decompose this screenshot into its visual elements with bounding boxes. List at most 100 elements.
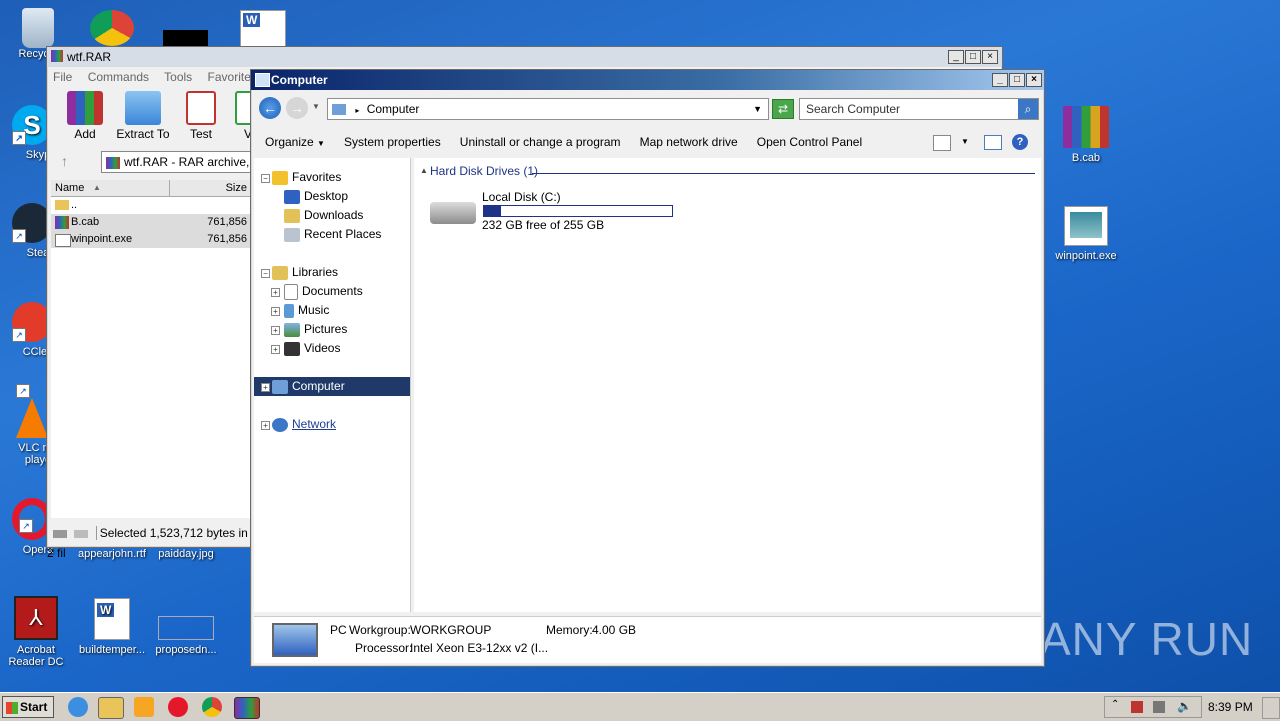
nav-favorites[interactable]: Favorites	[272, 168, 341, 186]
minimize-button[interactable]: _	[948, 50, 964, 64]
start-button[interactable]: Start	[2, 696, 54, 718]
pictures-expand-icon[interactable]: +	[271, 326, 280, 335]
action-center-icon[interactable]	[1131, 701, 1143, 713]
menu-file[interactable]: File	[53, 70, 72, 84]
nav-documents[interactable]: Documents	[284, 282, 363, 300]
volume-icon[interactable]: 🔈	[1177, 699, 1192, 713]
winrar-taskbar-icon[interactable]	[234, 697, 260, 719]
chrome-icon[interactable]	[90, 10, 134, 46]
breadcrumb[interactable]: Computer	[367, 102, 420, 116]
desktop-icon-buildtemper[interactable]: W buildtemper...	[74, 598, 150, 656]
shortcut-arrow-icon: ↗	[12, 229, 26, 243]
word-document-icon[interactable]: W	[240, 10, 286, 48]
nav-network[interactable]: Network	[272, 415, 336, 433]
nav-computer[interactable]: Computer	[272, 377, 345, 395]
clock[interactable]: 8:39 PM	[1208, 700, 1253, 714]
table-row[interactable]: B.cab 761,856	[51, 214, 251, 231]
column-divider	[169, 180, 170, 196]
file-list[interactable]: Name ▲ Size .. B.cab 761,856 winpoint.ex…	[51, 180, 251, 518]
address-dropdown-icon[interactable]: ▼	[753, 99, 762, 119]
up-arrow-button[interactable]: ↑	[61, 153, 68, 169]
documents-expand-icon[interactable]: +	[271, 288, 280, 297]
table-row[interactable]: winpoint.exe 761,856	[51, 231, 251, 248]
extract-to-button[interactable]: Extract To	[113, 91, 173, 141]
chrome-taskbar-icon[interactable]	[202, 697, 222, 717]
nav-recent-places[interactable]: Recent Places	[284, 225, 381, 243]
table-row[interactable]: ..	[51, 197, 251, 214]
desktop-icon-acrobat[interactable]: ⅄ Acrobat Reader DC	[0, 596, 74, 668]
search-icon[interactable]: ⌕	[1018, 99, 1038, 119]
videos-expand-icon[interactable]: +	[271, 345, 280, 354]
desktop-icon-paidday[interactable]: paidday.jpg	[148, 548, 224, 560]
column-size[interactable]: Size	[226, 180, 247, 196]
network-tray-icon[interactable]	[1153, 701, 1165, 713]
nav-pictures[interactable]: Pictures	[284, 320, 347, 338]
close-button[interactable]: ×	[982, 50, 998, 64]
view-dropdown-icon[interactable]: ▼	[961, 130, 969, 154]
refresh-button[interactable]: ⇄	[772, 99, 794, 119]
ie-icon[interactable]	[68, 697, 88, 717]
section-collapse-icon[interactable]: ▲	[420, 166, 428, 175]
explorer-window[interactable]: Computer _ □ × ← → ▼ ▸ Computer ▼ ⇄ Sear…	[250, 69, 1045, 667]
minimize-button[interactable]: _	[992, 73, 1008, 87]
explorer-titlebar[interactable]: Computer _ □ ×	[251, 70, 1044, 90]
desktop-icon-winpoint[interactable]: winpoint.exe	[1048, 206, 1124, 262]
column-name[interactable]: Name	[55, 180, 84, 196]
show-desktop-button[interactable]	[1262, 697, 1280, 719]
history-dropdown-icon[interactable]: ▼	[312, 102, 320, 111]
uninstall-program-button[interactable]: Uninstall or change a program	[460, 130, 621, 154]
system-properties-button[interactable]: System properties	[344, 130, 441, 154]
computer-title-icon	[255, 73, 270, 87]
nav-music[interactable]: Music	[284, 301, 329, 319]
add-archive-icon	[67, 91, 103, 125]
sort-ascending-icon: ▲	[93, 183, 101, 192]
search-input[interactable]: Search Computer ⌕	[799, 98, 1039, 120]
address-bar[interactable]: ▸ Computer ▼	[327, 98, 769, 120]
desktop-icon-appearjohn[interactable]: appearjohn.rtf	[74, 548, 150, 560]
forward-button[interactable]: →	[286, 97, 308, 119]
winrar-title-icon	[51, 50, 63, 62]
black-app-icon[interactable]	[163, 30, 208, 46]
tray-expand-icon[interactable]: ⌃	[1111, 699, 1119, 710]
media-player-icon[interactable]	[134, 697, 154, 717]
add-button[interactable]: Add	[55, 91, 115, 141]
section-header[interactable]: Hard Disk Drives (1)	[430, 164, 538, 178]
nav-libraries[interactable]: Libraries	[272, 263, 338, 281]
desktop-icon-bcab[interactable]: B.cab	[1048, 106, 1124, 164]
desktop-icon-proposedn[interactable]: proposedn...	[148, 598, 224, 656]
nav-downloads[interactable]: Downloads	[284, 206, 363, 224]
nav-videos[interactable]: Videos	[284, 339, 340, 357]
menu-tools[interactable]: Tools	[164, 70, 192, 84]
drive-item[interactable]: Local Disk (C:) 232 GB free of 255 GB	[430, 188, 690, 232]
file-list-header: Name ▲ Size	[51, 180, 251, 197]
maximize-button[interactable]: □	[965, 50, 981, 64]
explorer-folder-icon[interactable]	[98, 697, 124, 719]
view-options-icon[interactable]	[933, 135, 951, 151]
network-expand-icon[interactable]: +	[261, 421, 270, 430]
nav-desktop[interactable]: Desktop	[284, 187, 348, 205]
archive-path-field[interactable]: wtf.RAR - RAR archive, u	[101, 151, 263, 173]
documents-icon	[284, 283, 298, 300]
close-button[interactable]: ×	[1026, 73, 1042, 87]
preview-pane-icon[interactable]	[984, 135, 1002, 150]
maximize-button[interactable]: □	[1009, 73, 1025, 87]
content-pane[interactable]: ▲ Hard Disk Drives (1) Local Disk (C:) 2…	[414, 158, 1041, 612]
winrar-toolbar: Add Extract To Test V	[47, 91, 257, 147]
test-button[interactable]: Test	[171, 91, 231, 141]
organize-button[interactable]: Organize ▼	[265, 130, 325, 156]
map-network-drive-button[interactable]: Map network drive	[640, 130, 738, 154]
back-button[interactable]: ←	[259, 97, 281, 119]
navigation-pane[interactable]: − Favorites Desktop Downloads Recent Pla…	[254, 158, 411, 612]
menu-commands[interactable]: Commands	[88, 70, 149, 84]
shortcut-arrow-icon: ↗	[12, 328, 26, 342]
libraries-collapse-icon[interactable]: −	[261, 269, 270, 278]
opera-taskbar-icon[interactable]	[168, 697, 188, 717]
help-icon[interactable]: ?	[1012, 134, 1028, 150]
open-control-panel-button[interactable]: Open Control Panel	[757, 130, 862, 154]
winrar-titlebar[interactable]: wtf.RAR _ □ ×	[47, 47, 1002, 67]
view-button[interactable]: V	[223, 91, 253, 141]
computer-expand-icon[interactable]: +	[261, 383, 270, 392]
favorites-collapse-icon[interactable]: −	[261, 174, 270, 183]
music-expand-icon[interactable]: +	[271, 307, 280, 316]
drive-usage-bar	[483, 205, 673, 217]
